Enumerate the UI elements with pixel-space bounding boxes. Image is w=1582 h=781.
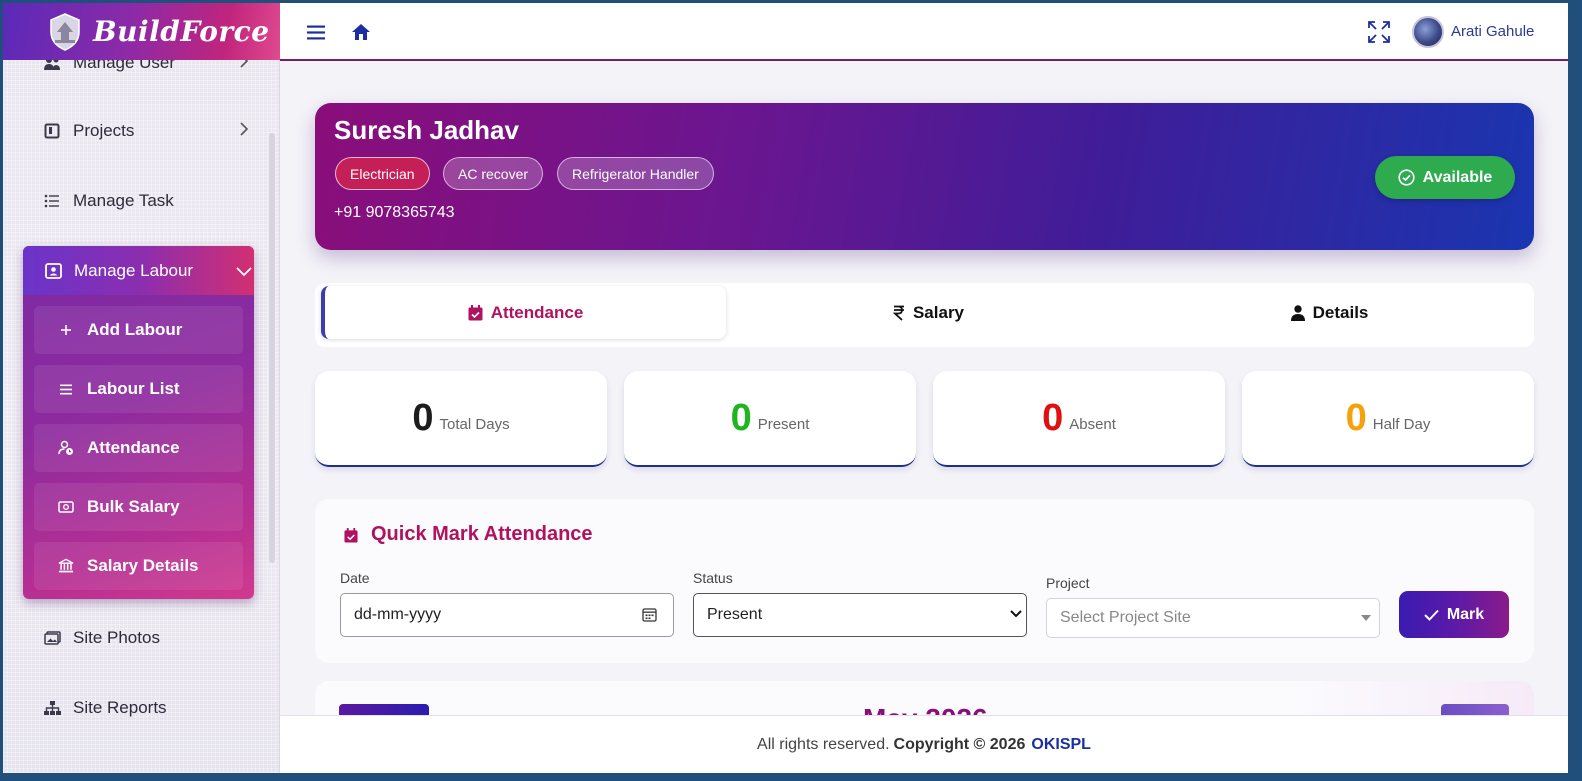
calendar-check-icon bbox=[468, 304, 483, 321]
stat-label: Total Days bbox=[439, 415, 510, 433]
sidebar-item-label: Projects bbox=[73, 121, 135, 140]
chevron-right-icon bbox=[239, 121, 249, 141]
avatar[interactable] bbox=[1412, 16, 1444, 48]
footer-brand-link[interactable]: OKISPL bbox=[1031, 736, 1091, 754]
sidebar-sub-label: Attendance bbox=[87, 438, 180, 457]
sidebar-group-manage-labour: Manage Labour Add Labour Labour List Att… bbox=[23, 246, 254, 599]
mark-button-label: Mark bbox=[1446, 605, 1485, 623]
sidebar-item-manage-labour[interactable]: Manage Labour bbox=[23, 246, 254, 295]
rupee-icon bbox=[892, 305, 905, 321]
skill-badge: Refrigerator Handler bbox=[557, 157, 714, 190]
sitemap-icon bbox=[43, 699, 61, 717]
sidebar-item-manage-task[interactable]: Manage Task bbox=[43, 186, 174, 216]
stat-card-present: 0 Present bbox=[624, 371, 916, 467]
project-site-select[interactable]: Select Project Site bbox=[1046, 598, 1380, 638]
plus-icon bbox=[58, 325, 74, 335]
tab-label: Salary bbox=[912, 302, 965, 322]
brand-name: BuildForce bbox=[93, 15, 270, 48]
sidebar-sub-bulk-salary[interactable]: Bulk Salary bbox=[34, 483, 243, 531]
labour-profile-card: Suresh Jadhav Electrician AC recover Ref… bbox=[315, 103, 1534, 250]
tab-label: Attendance bbox=[490, 302, 584, 322]
availability-status-button[interactable]: Available bbox=[1375, 156, 1515, 199]
availability-status-label: Available bbox=[1422, 168, 1493, 186]
labour-name: Suresh Jadhav bbox=[334, 115, 519, 145]
chevron-down-icon bbox=[1010, 610, 1022, 618]
sidebar-sub-attendance[interactable]: Attendance bbox=[34, 424, 243, 472]
sidebar-item-label: Manage Labour bbox=[74, 260, 194, 280]
stat-card-half-day: 0 Half Day bbox=[1242, 371, 1534, 467]
stat-label: Absent bbox=[1069, 415, 1116, 433]
footer-copyright: Copyright © 2026 bbox=[893, 735, 1026, 753]
shield-logo-icon bbox=[47, 12, 83, 52]
top-navbar: Arati Gahule bbox=[280, 3, 1568, 61]
sidebar-sub-label: Labour List bbox=[87, 379, 180, 398]
stat-value: 0 bbox=[730, 397, 752, 439]
sidebar-scrollbar[interactable] bbox=[269, 133, 275, 563]
stat-value: 0 bbox=[1042, 397, 1064, 439]
user-clock-icon bbox=[58, 440, 74, 456]
sidebar-sub-labour-list[interactable]: Labour List bbox=[34, 365, 243, 413]
clipboard-icon bbox=[43, 122, 61, 140]
check-circle-icon bbox=[1398, 169, 1415, 186]
app-window: BuildForce Manage User Projects Manage T… bbox=[3, 3, 1568, 773]
chevron-down-icon bbox=[236, 262, 252, 282]
images-icon bbox=[43, 629, 61, 647]
stat-card-absent: 0 Absent bbox=[933, 371, 1225, 467]
page-footer: All rights reserved. Copyright © 2026 OK… bbox=[280, 715, 1568, 773]
sidebar: BuildForce Manage User Projects Manage T… bbox=[3, 3, 280, 773]
skill-badge: AC recover bbox=[443, 157, 544, 190]
tab-label: Details bbox=[1312, 302, 1369, 322]
sidebar-sub-salary-details[interactable]: Salary Details bbox=[34, 542, 243, 590]
brand-logo[interactable]: BuildForce bbox=[3, 3, 280, 60]
tab-attendance[interactable]: Attendance bbox=[321, 286, 726, 339]
labour-tabs: Attendance Salary Details bbox=[315, 283, 1534, 347]
caret-down-icon bbox=[1361, 615, 1371, 621]
sidebar-item-label: Manage Task bbox=[73, 191, 174, 210]
status-select[interactable]: Present bbox=[693, 593, 1027, 637]
stat-label: Present bbox=[757, 415, 810, 433]
date-placeholder: dd-mm-yyyy bbox=[354, 606, 442, 623]
sidebar-item-projects[interactable]: Projects bbox=[43, 116, 249, 146]
tab-salary[interactable]: Salary bbox=[726, 286, 1131, 339]
project-placeholder: Select Project Site bbox=[1060, 609, 1191, 626]
footer-text: All rights reserved. bbox=[757, 735, 890, 753]
stat-label: Half Day bbox=[1372, 415, 1431, 433]
stat-value: 0 bbox=[412, 397, 434, 439]
list-icon bbox=[58, 384, 74, 395]
project-label: Project bbox=[1046, 575, 1090, 591]
status-selected-value: Present bbox=[707, 606, 763, 623]
sidebar-item-label: Site Reports bbox=[73, 698, 167, 717]
sidebar-item-label: Site Photos bbox=[73, 628, 160, 647]
money-icon bbox=[58, 501, 74, 513]
check-icon bbox=[1424, 609, 1439, 621]
menu-toggle-icon[interactable] bbox=[307, 25, 325, 45]
user-name[interactable]: Arati Gahule bbox=[1451, 23, 1534, 40]
home-icon[interactable] bbox=[351, 23, 371, 46]
quick-mark-title: Quick Mark Attendance bbox=[371, 523, 593, 545]
mark-attendance-button[interactable]: Mark bbox=[1399, 591, 1509, 638]
sidebar-sub-label: Bulk Salary bbox=[87, 497, 180, 516]
calendar-check-icon bbox=[344, 528, 358, 548]
status-label: Status bbox=[693, 570, 733, 586]
user-icon bbox=[1290, 304, 1305, 321]
sidebar-item-site-reports[interactable]: Site Reports bbox=[43, 693, 167, 723]
list-icon bbox=[43, 192, 61, 210]
bank-icon bbox=[58, 558, 74, 574]
fullscreen-icon[interactable] bbox=[1368, 21, 1390, 48]
sidebar-sub-label: Salary Details bbox=[87, 556, 199, 575]
date-label: Date bbox=[340, 570, 370, 586]
date-input[interactable]: dd-mm-yyyy bbox=[340, 593, 674, 637]
stat-value: 0 bbox=[1345, 397, 1367, 439]
stat-card-total-days: 0 Total Days bbox=[315, 371, 607, 467]
quick-mark-attendance-panel: Quick Mark Attendance Date dd-mm-yyyy St… bbox=[315, 499, 1534, 663]
skill-badge: Electrician bbox=[335, 157, 430, 190]
sidebar-item-site-photos[interactable]: Site Photos bbox=[43, 623, 160, 653]
tab-details[interactable]: Details bbox=[1127, 286, 1532, 339]
calendar-icon[interactable] bbox=[642, 607, 657, 622]
sidebar-sub-add-labour[interactable]: Add Labour bbox=[34, 306, 243, 354]
id-card-icon bbox=[45, 262, 62, 279]
sidebar-sub-label: Add Labour bbox=[87, 320, 183, 339]
labour-phone: +91 9078365743 bbox=[334, 204, 455, 221]
